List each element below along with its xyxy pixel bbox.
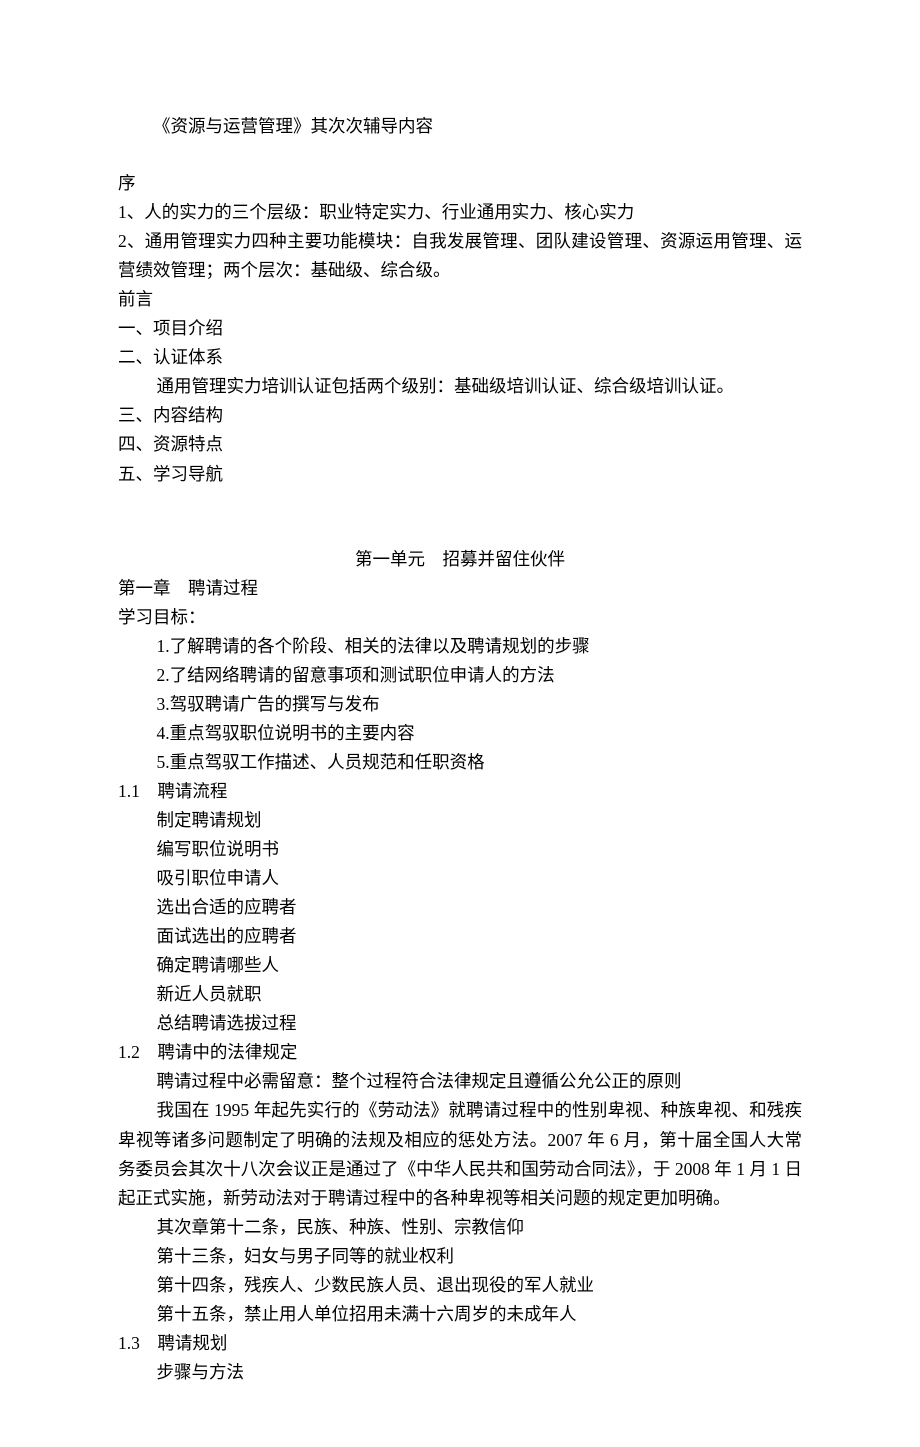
list-item: 选出合适的应聘者 xyxy=(118,893,802,922)
paragraph: 我国在 1995 年起先实行的《劳动法》就聘请过程中的性别卑视、种族卑视、和残疾… xyxy=(118,1096,802,1212)
list-item: 其次章第十二条，民族、种族、性别、宗教信仰 xyxy=(118,1213,802,1242)
list-item: 新近人员就职 xyxy=(118,980,802,1009)
preface-label: 序 xyxy=(118,169,802,198)
list-item: 第十五条，禁止用人单位招用未满十六周岁的未成年人 xyxy=(118,1300,802,1329)
list-item: 第十三条，妇女与男子同等的就业权利 xyxy=(118,1242,802,1271)
document-page: 《资源与运营管理》其次次辅导内容 序 1、人的实力的三个层级：职业特定实力、行业… xyxy=(0,0,920,1447)
list-item: 面试选出的应聘者 xyxy=(118,922,802,951)
foreword-subitem: 通用管理实力培训认证包括两个级别：基础级培训认证、综合级培训认证。 xyxy=(118,372,802,401)
section-title: 1.3 聘请规划 xyxy=(118,1329,802,1358)
goal-item: 5.重点驾驭工作描述、人员规范和任职资格 xyxy=(118,748,802,777)
foreword-item: 三、内容结构 xyxy=(118,401,802,430)
unit-title: 第一单元 招募并留住伙伴 xyxy=(118,545,802,574)
chapter-title: 第一章 聘请过程 xyxy=(118,574,802,603)
list-item: 确定聘请哪些人 xyxy=(118,951,802,980)
section-title: 1.2 聘请中的法律规定 xyxy=(118,1038,802,1067)
list-item: 第十四条，残疾人、少数民族人员、退出现役的军人就业 xyxy=(118,1271,802,1300)
spacer xyxy=(118,489,802,545)
list-item: 吸引职位申请人 xyxy=(118,864,802,893)
preface-item: 2、通用管理实力四种主要功能模块：自我发展管理、团队建设管理、资源运用管理、运营… xyxy=(118,227,802,285)
doc-title: 《资源与运营管理》其次次辅导内容 xyxy=(118,112,802,141)
foreword-label: 前言 xyxy=(118,285,802,314)
list-item: 编写职位说明书 xyxy=(118,835,802,864)
preface-item: 1、人的实力的三个层级：职业特定实力、行业通用实力、核心实力 xyxy=(118,198,802,227)
foreword-item: 一、项目介绍 xyxy=(118,314,802,343)
paragraph: 聘请过程中必需留意：整个过程符合法律规定且遵循公允公正的原则 xyxy=(118,1067,802,1096)
section-title: 1.1 聘请流程 xyxy=(118,777,802,806)
list-item: 制定聘请规划 xyxy=(118,806,802,835)
goal-item: 3.驾驭聘请广告的撰写与发布 xyxy=(118,690,802,719)
goal-item: 4.重点驾驭职位说明书的主要内容 xyxy=(118,719,802,748)
list-item: 步骤与方法 xyxy=(118,1358,802,1387)
foreword-item: 二、认证体系 xyxy=(118,343,802,372)
goal-item: 2.了结网络聘请的留意事项和测试职位申请人的方法 xyxy=(118,661,802,690)
goal-item: 1.了解聘请的各个阶段、相关的法律以及聘请规划的步骤 xyxy=(118,632,802,661)
foreword-item: 四、资源特点 xyxy=(118,430,802,459)
goals-label: 学习目标： xyxy=(118,603,802,632)
foreword-item: 五、学习导航 xyxy=(118,460,802,489)
spacer xyxy=(118,141,802,169)
list-item: 总结聘请选拔过程 xyxy=(118,1009,802,1038)
